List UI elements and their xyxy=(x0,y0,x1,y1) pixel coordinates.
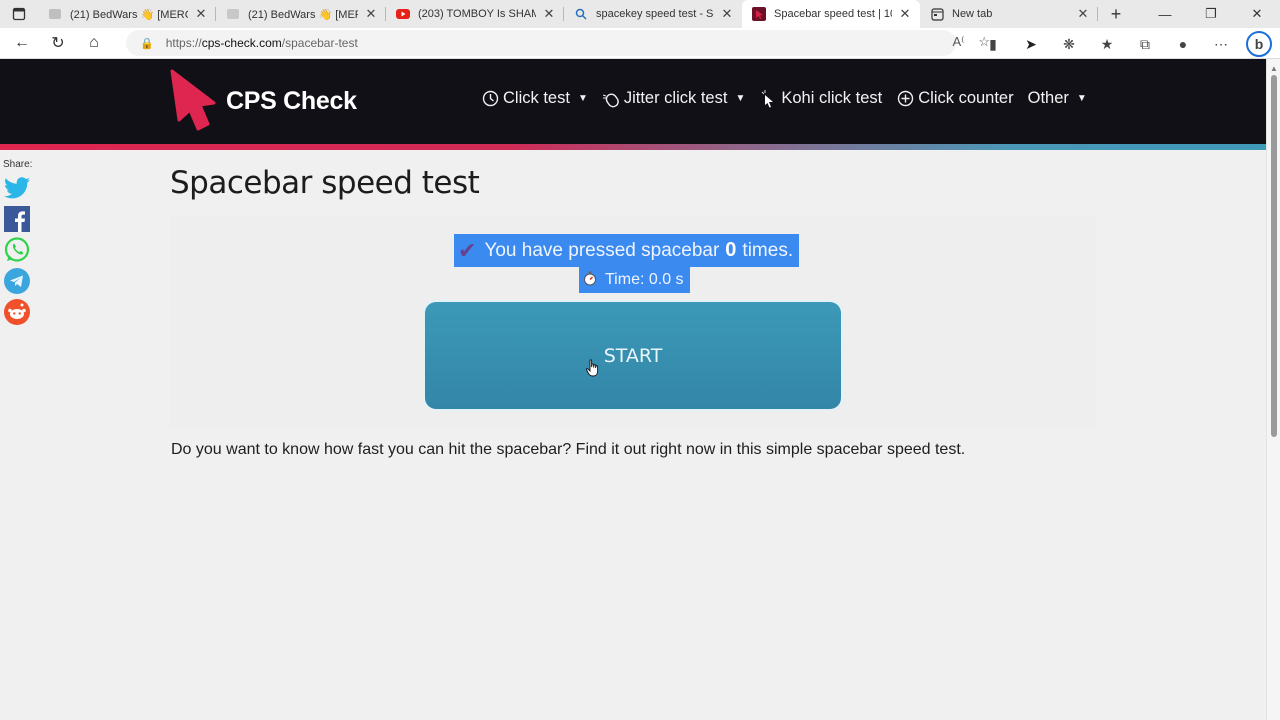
restore-button[interactable]: ❐ xyxy=(1188,0,1234,28)
home-button[interactable]: ⌂ xyxy=(76,29,112,57)
scroll-up-arrow-icon[interactable]: ▲ xyxy=(1270,64,1278,73)
tab-actions-icon xyxy=(12,7,26,21)
new-tab-button[interactable]: + xyxy=(1102,4,1130,25)
clock-icon xyxy=(481,90,499,108)
nav-label: Jitter click test xyxy=(623,89,728,107)
new-tab-icon xyxy=(930,7,944,21)
share-buttons xyxy=(4,175,30,325)
youtube-icon xyxy=(396,7,410,21)
read-aloud-icon[interactable]: A⁽ xyxy=(952,34,964,50)
nav-label: Click test xyxy=(503,89,570,107)
counter-prefix: You have pressed spacebar xyxy=(484,239,720,261)
cursor-logo-icon xyxy=(170,69,216,131)
browser-tab-active[interactable]: Spacebar speed test | 10 sec ✕ xyxy=(742,0,920,28)
back-button[interactable]: ← xyxy=(4,29,40,57)
close-icon[interactable]: ✕ xyxy=(542,6,556,22)
browser-tab[interactable]: New tab ✕ xyxy=(920,0,1098,28)
start-button[interactable]: START xyxy=(425,302,841,409)
timer-display: Time: 0.0 s xyxy=(579,267,690,293)
page-icon xyxy=(226,7,240,21)
close-icon[interactable]: ✕ xyxy=(898,6,912,22)
mouse-icon xyxy=(602,90,620,108)
nav-click-test[interactable]: Click test ▼ xyxy=(481,89,588,108)
browser-toolbar: ← ↻ ⌂ 🔒 https://cps-check.com/spacebar-t… xyxy=(0,28,1280,59)
nav-jitter-click-test[interactable]: Jitter click test ▼ xyxy=(602,89,746,108)
site-logo[interactable]: CPS Check xyxy=(170,69,357,133)
browser-tab[interactable]: spacekey speed test - Searc ✕ xyxy=(564,0,742,28)
tab-title: (203) TOMBOY Is SHAMED xyxy=(418,8,536,20)
page-viewport: CPS Check Click test ▼ Jitter click test… xyxy=(0,59,1266,720)
url-scheme: https:// xyxy=(165,36,202,50)
hand-pointer-cursor-icon xyxy=(586,359,599,377)
test-panel: ✔ You have pressed spacebar 0 times. Tim… xyxy=(170,217,1096,427)
close-icon[interactable]: ✕ xyxy=(720,6,734,22)
tab-actions-button[interactable] xyxy=(0,0,38,28)
extensions-icon[interactable]: ❋ xyxy=(1050,36,1088,53)
site-nav: Click test ▼ Jitter click test ▼ Kohi cl… xyxy=(481,89,1101,108)
counter-value: 0 xyxy=(725,239,737,261)
tab-title: (21) BedWars 👋 [MERCHA xyxy=(70,8,188,21)
page-icon xyxy=(48,7,62,21)
profile-icon[interactable]: ● xyxy=(1164,36,1202,52)
tab-title: spacekey speed test - Searc xyxy=(596,8,714,20)
refresh-button[interactable]: ↻ xyxy=(40,29,76,57)
nav-label: Other xyxy=(1027,89,1069,107)
close-icon[interactable]: ✕ xyxy=(194,6,208,22)
cursor-click-icon xyxy=(759,89,777,108)
timer-text: Time: 0.0 s xyxy=(605,271,684,288)
tab-title: Spacebar speed test | 10 sec xyxy=(774,8,892,20)
collections-icon[interactable]: ⧉ xyxy=(1126,36,1164,53)
facebook-icon[interactable] xyxy=(4,206,30,232)
close-window-button[interactable]: ✕ xyxy=(1234,0,1280,28)
whatsapp-icon[interactable] xyxy=(4,237,30,263)
page-title: Spacebar speed test xyxy=(170,165,480,201)
window-controls: — ❐ ✕ xyxy=(1142,0,1280,28)
url-host: cps-check.com xyxy=(201,36,282,50)
more-menu-icon[interactable]: ⋯ xyxy=(1202,36,1240,53)
telegram-icon[interactable] xyxy=(4,268,30,294)
tab-title: (21) BedWars 👋 [MERCHA xyxy=(248,8,358,21)
press-counter: ✔ You have pressed spacebar 0 times. xyxy=(454,234,800,267)
browser-tab-strip: (21) BedWars 👋 [MERCHA ✕ (21) BedWars 👋 … xyxy=(0,0,1280,28)
header-gradient-divider xyxy=(0,144,1266,150)
minimize-button[interactable]: — xyxy=(1142,0,1188,28)
share-label: Share: xyxy=(3,159,33,170)
twitter-icon[interactable] xyxy=(4,175,30,201)
favorites-icon[interactable]: ★ xyxy=(1088,36,1126,53)
logo-text: CPS Check xyxy=(226,86,357,115)
caret-down-icon: ▼ xyxy=(577,93,588,104)
cps-check-icon xyxy=(752,7,766,21)
nav-click-counter[interactable]: Click counter xyxy=(896,89,1014,108)
nav-label: Kohi click test xyxy=(781,89,883,107)
tab-title: New tab xyxy=(952,8,993,20)
reddit-icon[interactable] xyxy=(4,299,30,325)
close-icon[interactable]: ✕ xyxy=(364,6,378,22)
lock-icon: 🔒 xyxy=(140,37,154,50)
plus-circle-icon xyxy=(896,90,914,108)
nav-label: Click counter xyxy=(918,89,1014,107)
browser-tab[interactable]: (21) BedWars 👋 [MERCHA ✕ xyxy=(38,0,216,28)
nav-other[interactable]: Other ▼ xyxy=(1028,89,1087,108)
caret-down-icon: ▼ xyxy=(1076,93,1087,104)
counter-suffix: times. xyxy=(742,239,794,261)
search-icon xyxy=(574,7,588,21)
address-bar[interactable]: 🔒 https://cps-check.com/spacebar-test xyxy=(126,30,956,56)
page-scrollbar[interactable]: ▲ xyxy=(1266,59,1280,720)
browser-tab[interactable]: (21) BedWars 👋 [MERCHA ✕ xyxy=(216,0,386,28)
close-icon[interactable]: ✕ xyxy=(1076,6,1090,22)
extension-cursor-icon[interactable]: ➤ xyxy=(1012,36,1050,53)
nav-kohi-click-test[interactable]: Kohi click test xyxy=(759,89,882,108)
extension-mouse-icon[interactable]: ▮ xyxy=(974,36,1012,53)
site-header: CPS Check Click test ▼ Jitter click test… xyxy=(0,59,1266,145)
bing-copilot-icon[interactable]: b xyxy=(1246,31,1272,57)
browser-tab[interactable]: (203) TOMBOY Is SHAMED ✕ xyxy=(386,0,564,28)
stopwatch-icon xyxy=(583,270,597,291)
scrollbar-thumb[interactable] xyxy=(1271,75,1277,437)
checkmark-icon: ✔ xyxy=(458,237,477,263)
page-description: Do you want to know how fast you can hit… xyxy=(171,441,966,458)
url-path: /spacebar-test xyxy=(281,36,358,50)
caret-down-icon: ▼ xyxy=(735,93,746,104)
